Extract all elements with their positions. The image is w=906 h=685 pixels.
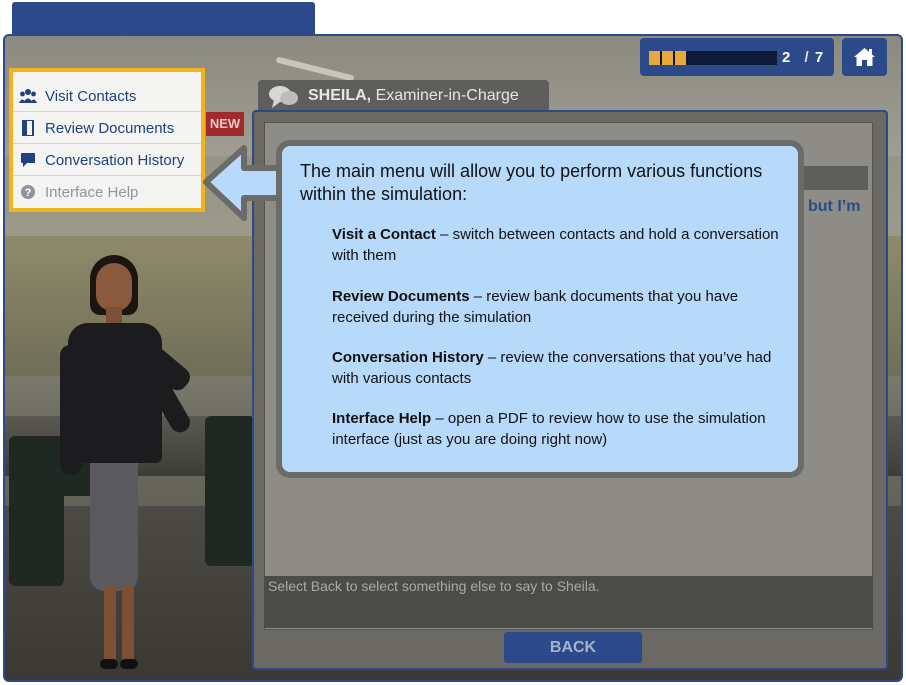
callout-intro: The main menu will allow you to perform … — [300, 161, 763, 204]
speech-bubble-icon — [269, 86, 298, 108]
chat-icon — [21, 153, 35, 167]
speaker-role: Examiner-in-Charge — [375, 87, 519, 104]
menu-item-visit-contacts[interactable]: Visit Contacts — [13, 80, 201, 112]
progress-text: 2 / 7 — [782, 49, 824, 66]
character-shoe-left — [100, 659, 118, 669]
callout-item-interface-help: Interface Help – open a PDF to review ho… — [332, 408, 788, 450]
progress-separator: / — [804, 49, 810, 66]
progress-segment — [675, 51, 686, 65]
menu-item-review-documents[interactable]: Review Documents — [13, 112, 201, 144]
callout-item-title: Interface Help — [332, 410, 432, 427]
callout-item-title: Conversation History — [332, 349, 484, 366]
character-leg-left — [104, 585, 116, 663]
speaker-tab: SHEILA, Examiner-in-Charge — [258, 80, 549, 112]
document-icon — [22, 120, 34, 136]
back-button[interactable]: BACK — [504, 632, 642, 663]
top-header-tab — [12, 2, 315, 38]
menu-item-conversation-history[interactable]: Conversation History — [13, 144, 201, 176]
callout-item-review-documents: Review Documents – review bank documents… — [332, 286, 788, 328]
callout-item-title: Visit a Contact — [332, 226, 436, 243]
menu-label: Review Documents — [45, 120, 175, 137]
menu-label: Visit Contacts — [45, 88, 137, 105]
instruction-text: Select Back to select something else to … — [264, 576, 873, 628]
progress-indicator: 2 / 7 — [640, 38, 834, 76]
home-button[interactable] — [842, 38, 887, 76]
callout-item-title: Review Documents — [332, 288, 470, 305]
character-shoe-right — [120, 659, 138, 669]
progress-segment — [649, 51, 660, 65]
speaker-name: SHEILA, Examiner-in-Charge — [308, 87, 519, 105]
progress-track — [649, 51, 777, 65]
menu-item-interface-help[interactable]: ? Interface Help — [13, 176, 201, 208]
character-head — [96, 263, 132, 311]
callout-item-conversation-history: Conversation History – review the conver… — [332, 347, 788, 389]
character-arm-left — [60, 345, 82, 475]
progress-segment — [662, 51, 673, 65]
question-circle-icon: ? — [21, 185, 35, 199]
speaker-name-text: SHEILA, — [308, 87, 372, 104]
character-jacket — [68, 323, 162, 463]
help-callout: The main menu will allow you to perform … — [276, 140, 804, 478]
svg-text:?: ? — [25, 187, 32, 199]
character-sheila — [60, 255, 220, 675]
callout-item-visit-contact: Visit a Contact – switch between contact… — [332, 224, 788, 266]
menu-label: Interface Help — [45, 184, 139, 201]
conversation-snippet: but I’m — [808, 198, 861, 215]
new-badge: NEW — [206, 112, 244, 136]
people-icon — [19, 89, 37, 103]
progress-total: 7 — [814, 49, 825, 66]
character-leg-right — [122, 585, 134, 663]
main-menu: Visit Contacts Review Documents Conversa… — [9, 68, 205, 212]
home-icon — [854, 48, 875, 66]
menu-label: Conversation History — [45, 152, 185, 169]
progress-current: 2 — [782, 49, 792, 66]
